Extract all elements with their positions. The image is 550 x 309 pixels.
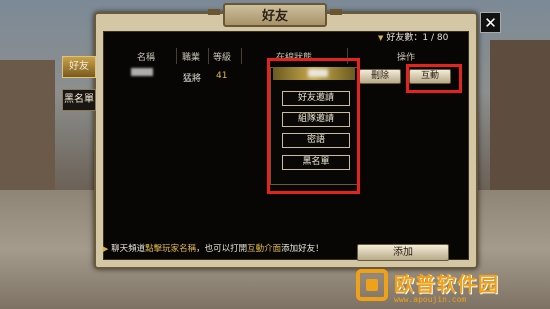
column-divider xyxy=(241,48,242,64)
tip-arrow-icon: ▶ xyxy=(103,245,109,253)
window-title: 好友 xyxy=(261,9,288,24)
tip-middle: ，也可以打開 xyxy=(196,244,248,254)
tab-blacklist[interactable]: 黑名單 xyxy=(62,89,96,111)
column-header-name: 名稱 xyxy=(137,53,156,63)
friend-level: 41 xyxy=(216,71,228,81)
tab-friends[interactable]: 好友 xyxy=(62,56,96,78)
background-building-right xyxy=(490,40,550,210)
column-divider xyxy=(208,48,209,64)
title-ornament-right xyxy=(330,9,342,15)
background-building-left xyxy=(0,60,55,190)
watermark-title: 欧普软件园 xyxy=(394,272,499,296)
title-ornament-left xyxy=(208,9,220,15)
tip-message: ▶ 聊天頻道點擊玩家名稱，也可以打開互動介面添加好友！ xyxy=(103,240,343,258)
friend-job: 猛將 xyxy=(183,74,202,84)
column-header-job: 職業 xyxy=(182,53,201,63)
tip-prefix: 聊天頻道 xyxy=(111,244,146,254)
highlight-interact-menu xyxy=(267,58,360,194)
highlight-interact-button xyxy=(406,64,462,93)
window-title-plate: 好友 xyxy=(223,3,327,27)
watermark-url: www.apoujin.com xyxy=(394,295,467,304)
column-header-actions: 操作 xyxy=(397,53,416,63)
tip-link-player-name: 點擊玩家名稱 xyxy=(145,244,197,254)
delete-friend-button[interactable]: 刪除 xyxy=(359,69,401,84)
watermark: 欧普软件园 www.apoujin.com xyxy=(356,265,550,309)
add-friend-button[interactable]: 添加 xyxy=(357,244,449,261)
watermark-logo-icon xyxy=(356,269,388,301)
column-header-level: 等級 xyxy=(213,53,232,63)
tip-suffix: 添加好友！ xyxy=(281,244,324,254)
count-arrow-icon: ▼ xyxy=(378,34,384,42)
friend-count: ▼ 好友數：1 / 80 xyxy=(378,30,448,43)
friend-count-label: 好友數：1 / 80 xyxy=(386,33,449,43)
close-button[interactable]: ✕ xyxy=(480,12,501,33)
tip-link-interact: 互動介面 xyxy=(247,244,282,254)
column-divider xyxy=(176,48,177,64)
friend-name-blurred xyxy=(131,68,153,76)
